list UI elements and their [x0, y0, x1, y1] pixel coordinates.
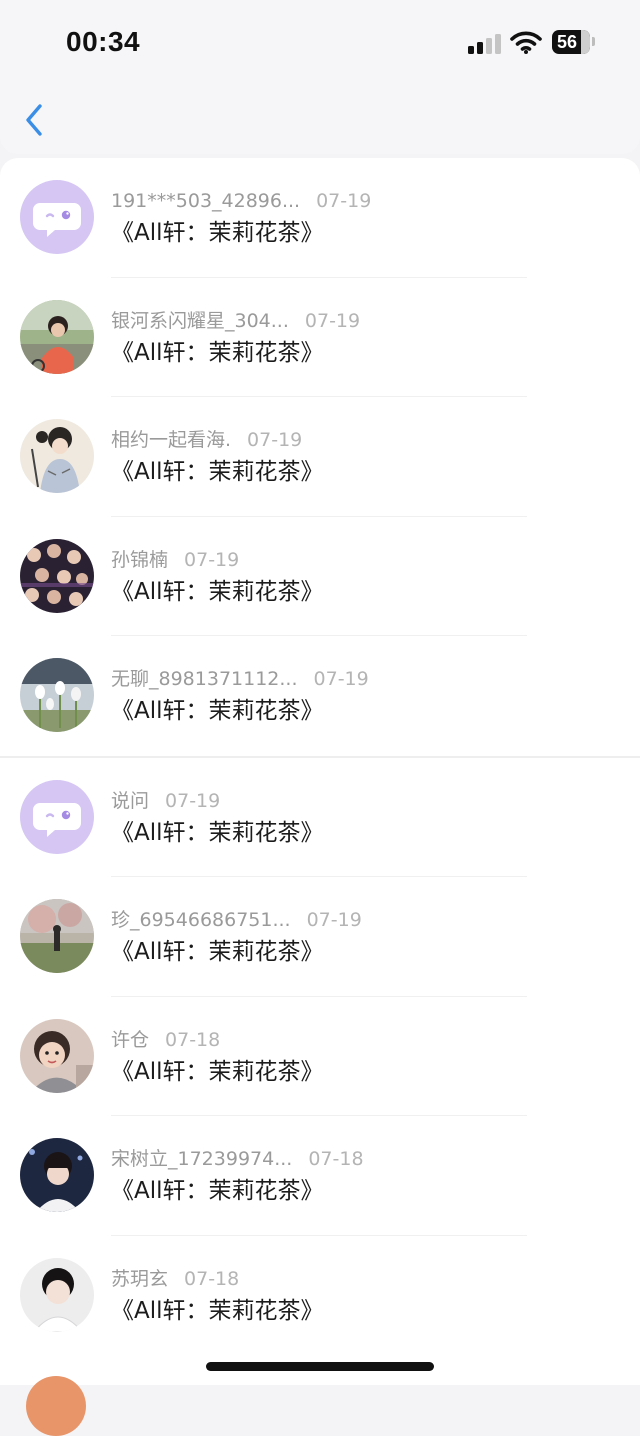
list-item[interactable]: 191***503_42896... 07-19 《All轩：茉莉花茶》 — [0, 158, 640, 278]
status-bar: 00:34 56 — [0, 0, 640, 86]
user-name[interactable]: 相约一起看海. — [111, 429, 231, 451]
avatar[interactable] — [20, 299, 94, 374]
list-item[interactable]: 珍_69546686751... 07-19 《All轩：茉莉花茶》 — [0, 877, 640, 997]
user-name[interactable]: 191***503_42896... — [111, 190, 300, 212]
list-item-header: 相约一起看海. 07-19 — [111, 427, 302, 453]
avatar[interactable] — [20, 1018, 94, 1093]
illustration-avatar-icon — [20, 419, 94, 493]
comment-list: 191***503_42896... 07-19 《All轩：茉莉花茶》 银河系闪… — [0, 158, 640, 1385]
avatar[interactable] — [20, 1138, 94, 1212]
comment-title: 《All轩：茉莉花茶》 — [111, 459, 324, 485]
comment-title: 《All轩：茉莉花茶》 — [111, 1297, 324, 1324]
comment-date: 07-19 — [247, 429, 303, 451]
list-item-header: 银河系闪耀星_304... 07-19 — [111, 308, 360, 334]
list-item[interactable]: 许仓 07-18 《All轩：茉莉花茶》 — [0, 997, 640, 1116]
back-button[interactable] — [18, 100, 54, 140]
user-name[interactable]: 孙锦楠 — [111, 549, 168, 571]
user-name[interactable]: 苏玥玄 — [111, 1268, 168, 1290]
list-item[interactable]: 说问 07-19 《All轩：茉莉花茶》 — [0, 758, 640, 877]
avatar[interactable] — [20, 419, 94, 493]
comment-date: 07-18 — [184, 1267, 240, 1290]
comment-date: 07-19 — [184, 548, 240, 571]
status-time: 00:34 — [66, 26, 141, 57]
avatar[interactable] — [20, 779, 94, 854]
list-item[interactable]: 无聊_8981371112... 07-19 《All轩：茉莉花茶》 — [0, 636, 640, 756]
comment-date: 07-18 — [308, 1148, 364, 1170]
list-item-header: 无聊_8981371112... 07-19 — [111, 666, 369, 692]
avatar[interactable] — [20, 658, 94, 732]
chat-bubble-avatar-icon — [20, 779, 94, 854]
comment-title: 《All轩：茉莉花茶》 — [111, 939, 324, 965]
user-name[interactable]: 宋树立_17239974... — [111, 1148, 292, 1170]
comment-title: 《All轩：茉莉花茶》 — [111, 578, 324, 605]
person-photo-icon — [20, 1138, 94, 1212]
battery-icon: 56 — [552, 30, 590, 54]
child-photo-icon — [20, 1018, 94, 1093]
flowers-photo-icon — [20, 658, 94, 732]
comment-title: 《All轩：茉莉花茶》 — [111, 819, 324, 846]
battery-level: 56 — [557, 32, 578, 52]
user-name[interactable]: 珍_69546686751... — [111, 909, 291, 931]
comment-date: 07-18 — [165, 1028, 221, 1051]
comment-title: 《All轩：茉莉花茶》 — [111, 698, 324, 724]
comment-date: 07-19 — [316, 190, 372, 212]
list-item[interactable]: 苏玥玄 07-18 《All轩：茉莉花茶》 — [0, 1236, 640, 1356]
home-indicator[interactable] — [206, 1362, 434, 1371]
comment-date: 07-19 — [165, 789, 221, 812]
list-item[interactable]: 孙锦楠 07-19 《All轩：茉莉花茶》 — [0, 517, 640, 636]
wifi-icon — [510, 30, 542, 54]
user-name[interactable]: 银河系闪耀星_304... — [111, 310, 289, 332]
list-item-header: 孙锦楠 07-19 — [111, 547, 239, 573]
group-photo-icon — [20, 538, 94, 613]
avatar[interactable] — [20, 1257, 94, 1332]
avatar[interactable] — [20, 180, 94, 254]
comment-date: 07-19 — [313, 668, 369, 690]
list-item-header: 许仓 07-18 — [111, 1027, 220, 1053]
list-item-header: 宋树立_17239974... 07-18 — [111, 1146, 364, 1172]
chat-bubble-avatar-icon — [20, 180, 94, 254]
list-item-header: 珍_69546686751... 07-19 — [111, 907, 362, 933]
person-photo-icon — [20, 299, 94, 374]
comment-date: 07-19 — [306, 909, 362, 931]
chevron-left-icon — [26, 104, 42, 136]
user-name[interactable]: 说问 — [111, 790, 149, 812]
park-photo-icon — [20, 899, 94, 973]
avatar-partial — [26, 1376, 86, 1436]
list-item-header: 说问 07-19 — [111, 788, 220, 814]
list-item[interactable]: 银河系闪耀星_304... 07-19 《All轩：茉莉花茶》 — [0, 278, 640, 397]
cellular-signal-icon — [468, 34, 502, 54]
user-name[interactable]: 无聊_8981371112... — [111, 668, 298, 690]
comment-title: 《All轩：茉莉花茶》 — [111, 339, 324, 366]
person-photo-icon — [20, 1257, 94, 1332]
user-name[interactable]: 许仓 — [111, 1029, 149, 1051]
list-item[interactable]: 宋树立_17239974... 07-18 《All轩：茉莉花茶》 — [0, 1116, 640, 1236]
list-item-header: 苏玥玄 07-18 — [111, 1266, 239, 1292]
list-item-header: 191***503_42896... 07-19 — [111, 188, 371, 214]
nav-bar — [0, 86, 640, 154]
list-item[interactable]: 相约一起看海. 07-19 《All轩：茉莉花茶》 — [0, 397, 640, 517]
battery-tip — [592, 37, 595, 46]
avatar[interactable] — [20, 538, 94, 613]
avatar[interactable] — [20, 899, 94, 973]
comment-title: 《All轩：茉莉花茶》 — [111, 1178, 324, 1204]
comment-date: 07-19 — [304, 309, 361, 332]
comment-title: 《All轩：茉莉花茶》 — [111, 220, 324, 246]
comment-title: 《All轩：茉莉花茶》 — [111, 1058, 324, 1085]
